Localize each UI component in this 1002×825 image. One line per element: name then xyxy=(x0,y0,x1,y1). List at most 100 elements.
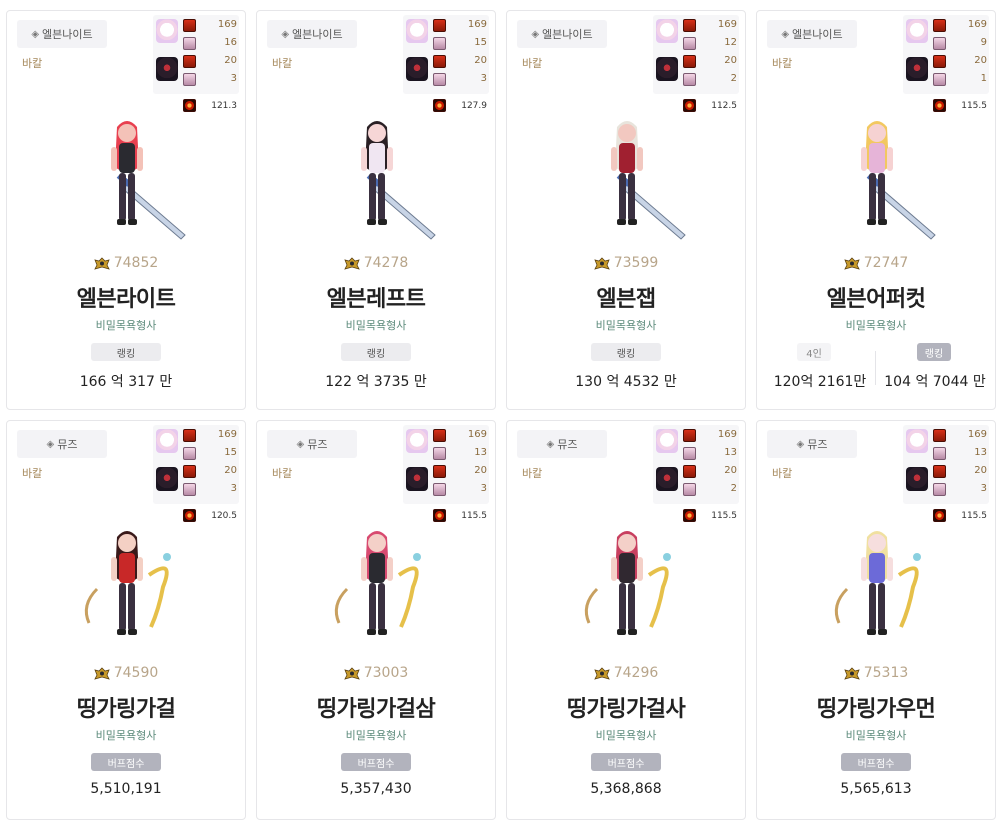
equip-icon xyxy=(183,429,196,442)
character-sprite xyxy=(334,531,421,635)
harp-gem xyxy=(163,553,171,561)
pet-dark-icon xyxy=(906,57,928,81)
character-sprite xyxy=(361,121,436,240)
avatar-icon xyxy=(933,447,946,460)
character-name[interactable]: 엘븐잽 xyxy=(507,281,745,313)
character-portrait xyxy=(567,517,687,657)
character-card[interactable]: ◈ 뮤즈 바칼 169 13 20 2 115.5 74296 띵가링가걸사 비… xyxy=(506,420,746,820)
leg-shape xyxy=(119,583,126,631)
tag-label[interactable]: 버프점수 xyxy=(341,753,411,771)
avatar-icon xyxy=(933,37,946,50)
score-row: 74852 xyxy=(7,255,245,271)
torso-shape xyxy=(119,143,135,173)
character-card[interactable]: ◈ 뮤즈 바칼 169 13 20 3 115.5 xyxy=(256,420,496,820)
harp-shape xyxy=(147,566,169,628)
character-card[interactable]: ◈ 엘븐나이트 바칼 169 12 20 2 112.5 73599 엘븐잽 비… xyxy=(506,10,746,410)
job-label: 뮤즈 xyxy=(57,438,78,451)
character-portrait xyxy=(317,517,437,657)
guild-name[interactable]: 비밀목욕형사 xyxy=(507,317,745,333)
arm-shape xyxy=(611,147,617,171)
character-portrait xyxy=(817,517,937,657)
head-shape xyxy=(618,124,636,142)
equip-icon xyxy=(933,429,946,442)
stat-value: 3 xyxy=(480,483,487,494)
guild-name[interactable]: 비밀목욕형사 xyxy=(7,317,245,333)
shield-icon: ◈ xyxy=(796,438,805,450)
guild-name[interactable]: 비밀목욕형사 xyxy=(7,727,245,743)
harp-shape xyxy=(897,566,919,628)
character-card[interactable]: ◈ 엘븐나이트 바칼 169 16 20 3 121.3 74852 엘븐라이트… xyxy=(6,10,246,410)
stat-value: 15 xyxy=(224,447,237,458)
tag-label[interactable]: 랭킹 xyxy=(341,343,411,361)
shoe-shape xyxy=(378,629,387,635)
shield-icon: ◈ xyxy=(296,438,305,450)
character-name[interactable]: 띵가링가우먼 xyxy=(757,691,995,723)
stat-value: 13 xyxy=(974,447,987,458)
character-card[interactable]: ◈ 뮤즈 바칼 169 13 20 3 115.5 xyxy=(756,420,996,820)
character-sprite xyxy=(584,531,671,635)
server-label: 바칼 xyxy=(22,467,43,480)
equip-icon xyxy=(433,465,446,478)
equipment-stats: 169 13 20 2 115.5 xyxy=(653,425,739,525)
character-sprite xyxy=(834,531,921,635)
equip-icon xyxy=(933,55,946,68)
buff-value: 120.5 xyxy=(211,511,237,521)
character-portrait xyxy=(317,107,437,247)
equip-icon xyxy=(683,429,696,442)
character-name[interactable]: 띵가링가걸사 xyxy=(507,691,745,723)
character-sprite xyxy=(111,121,186,240)
leg-shape xyxy=(378,583,385,631)
torso-shape xyxy=(369,143,385,173)
guild-name[interactable]: 비밀목욕형사 xyxy=(257,727,495,743)
character-name[interactable]: 엘븐레프트 xyxy=(257,281,495,313)
character-name[interactable]: 띵가링가걸 xyxy=(7,691,245,723)
avatar-icon xyxy=(933,73,946,86)
equip-icon xyxy=(433,19,446,32)
pet-creature-icon xyxy=(156,429,178,453)
leg-shape xyxy=(869,583,876,631)
harp-shape xyxy=(334,587,349,624)
head-shape xyxy=(868,534,886,552)
character-name[interactable]: 띵가링가걸삼 xyxy=(257,691,495,723)
character-sprite xyxy=(861,121,936,240)
tag-label[interactable]: 랭킹 xyxy=(91,343,161,361)
tag-label[interactable]: 버프점수 xyxy=(591,753,661,771)
character-card[interactable]: ◈ 엘븐나이트 바칼 169 15 20 3 127.9 74278 엘븐레프트… xyxy=(256,10,496,410)
stat-value: 20 xyxy=(474,465,487,476)
server-label: 바칼 xyxy=(22,57,43,70)
character-grid: ◈ 엘븐나이트 바칼 169 16 20 3 121.3 74852 엘븐라이트… xyxy=(6,10,996,820)
tag-label[interactable]: 버프점수 xyxy=(841,753,911,771)
stat-value: 169 xyxy=(467,429,487,440)
ranking-value: 104 억 7044 만 xyxy=(884,374,986,390)
harp-shape xyxy=(584,587,599,624)
shoe-shape xyxy=(867,219,876,225)
guild-name[interactable]: 비밀목욕형사 xyxy=(257,317,495,333)
pet-dark-icon xyxy=(406,467,428,491)
character-card[interactable]: ◈ 뮤즈 바칼 169 15 20 3 120.5 74590 띵가링가걸 비밀… xyxy=(6,420,246,820)
pet-dark-icon xyxy=(156,467,178,491)
leg-shape xyxy=(878,583,885,631)
character-portrait xyxy=(817,107,937,247)
score-row: 73599 xyxy=(507,255,745,271)
score-row: 74278 xyxy=(257,255,495,271)
guild-name[interactable]: 비밀목욕형사 xyxy=(507,727,745,743)
guild-name[interactable]: 비밀목욕형사 xyxy=(757,317,995,333)
tag-label[interactable]: 버프점수 xyxy=(91,753,161,771)
character-value: 5,368,868 xyxy=(590,781,662,797)
character-name[interactable]: 엘븐라이트 xyxy=(7,281,245,313)
guild-name[interactable]: 비밀목욕형사 xyxy=(757,727,995,743)
arm-shape xyxy=(137,147,143,171)
avatar-icon xyxy=(183,447,196,460)
buff-value: 115.5 xyxy=(961,101,987,111)
harp-shape xyxy=(647,566,669,628)
party-tag[interactable]: 4인 xyxy=(797,343,831,361)
ranking-tag[interactable]: 랭킹 xyxy=(917,343,951,361)
character-card[interactable]: ◈ 엘븐나이트 바칼 169 9 20 1 115.5 72747 엘븐어퍼컷 … xyxy=(756,10,996,410)
stat-value: 3 xyxy=(980,483,987,494)
shoe-shape xyxy=(117,629,126,635)
torso-shape xyxy=(869,143,885,173)
stat-value: 16 xyxy=(224,37,237,48)
avatar-icon xyxy=(933,483,946,496)
character-name[interactable]: 엘븐어퍼컷 xyxy=(757,281,995,313)
tag-label[interactable]: 랭킹 xyxy=(591,343,661,361)
